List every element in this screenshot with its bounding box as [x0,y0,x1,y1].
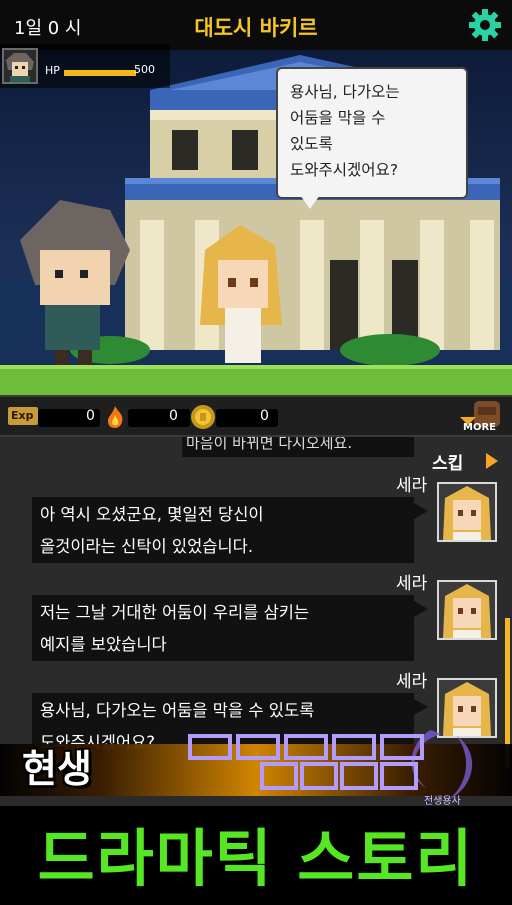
dialog-message: 아 역시 오셨군요, 몇일전 당신이 올것이라는 신탁이 있었습니다. [32,497,414,563]
previous-dialog-line: 마음이 바뀌면 다시오세요. [182,437,414,457]
exp-label: Exp [11,409,34,422]
dialog-tail [414,601,428,617]
speaker-name: 세라 [396,476,428,496]
more-button[interactable]: MORE [460,399,506,439]
skip-arrow-icon[interactable] [486,453,498,469]
hero-avatar[interactable] [2,48,38,84]
hp-value: 500 [134,63,155,76]
ground [0,365,512,395]
location-title: 대도시 바키르 [194,16,318,40]
speech-text: 용사님, 다가오는 어둠을 막을 수 있도록 도와주시겠어요? [290,83,400,179]
fire-icon [108,406,123,428]
skip-button[interactable]: 스킵 [432,449,463,474]
top-bar: 1일 0 시 대도시 바키르 [0,0,512,50]
sera-portrait [437,580,497,640]
speech-bubble: 용사님, 다가오는 어둠을 막을 수 있도록 도와주시겠어요? [276,67,468,199]
exp-value: 0 [86,408,95,424]
promo-headline: 현생 [22,747,92,791]
resource-bar: Exp 0 0 0 MORE [0,395,512,437]
hp-label: HP [45,64,60,77]
speaker-name: 세라 [396,672,428,692]
hp-bar [64,70,136,76]
promo-tagline: 드라마틱 스토리 [37,822,475,895]
hp-panel: HP 500 [0,44,170,88]
logo-subtitle: 전생용사 [424,796,461,807]
backpack-icon [460,401,500,427]
speaker-name: 세라 [396,574,428,594]
gold-resource: 0 [190,405,280,429]
dialog-message: 저는 그날 거대한 어둠이 우리를 삼키는 예지를 보았습니다 [32,595,414,661]
dialog-tail [414,503,428,519]
fire-track [128,409,190,427]
gear-icon[interactable] [468,8,502,42]
gold-coin-icon [191,405,215,429]
speech-bubble-tail [300,195,320,209]
exp-resource: Exp 0 [8,405,100,429]
more-label: MORE [463,422,496,433]
sera-portrait [437,482,497,542]
fire-value: 0 [169,408,178,424]
gold-value: 0 [260,408,269,424]
dialog-tail [414,699,428,715]
fire-resource: 0 [104,405,190,429]
